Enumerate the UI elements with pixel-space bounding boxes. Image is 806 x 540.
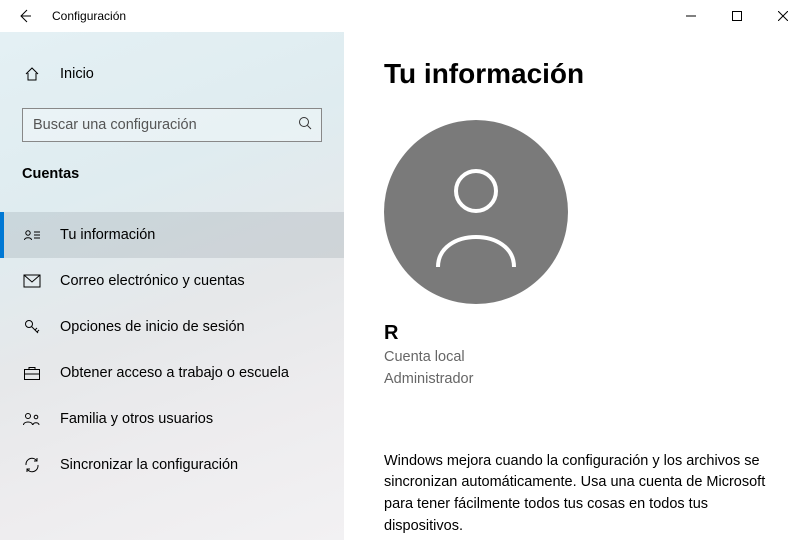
home-icon	[22, 66, 42, 82]
search-icon	[297, 115, 313, 136]
mail-icon	[22, 274, 42, 288]
window-title: Configuración	[52, 9, 126, 23]
key-icon	[22, 318, 42, 336]
briefcase-icon	[22, 365, 42, 381]
minimize-button[interactable]	[668, 0, 714, 32]
account-type: Cuenta local	[384, 347, 776, 369]
nav-item-label: Correo electrónico y cuentas	[60, 273, 245, 289]
nav-item-label: Tu información	[60, 227, 155, 243]
nav-item-label: Familia y otros usuarios	[60, 411, 213, 427]
nav-item-signin-options[interactable]: Opciones de inicio de sesión	[0, 304, 344, 350]
nav-item-label: Opciones de inicio de sesión	[60, 319, 245, 335]
maximize-button[interactable]	[714, 0, 760, 32]
nav-item-your-info[interactable]: Tu información	[0, 212, 344, 258]
section-header: Cuentas	[0, 166, 344, 182]
search-box[interactable]	[22, 108, 322, 142]
nav-item-email-accounts[interactable]: Correo electrónico y cuentas	[0, 258, 344, 304]
nav-item-family-users[interactable]: Familia y otros usuarios	[0, 396, 344, 442]
nav-home[interactable]: Inicio	[0, 54, 344, 94]
nav-item-label: Sincronizar la configuración	[60, 457, 238, 473]
user-name: R	[384, 322, 776, 345]
nav-item-label: Obtener acceso a trabajo o escuela	[60, 365, 289, 381]
close-button[interactable]	[760, 0, 806, 32]
nav-home-label: Inicio	[60, 66, 94, 82]
sync-info-text: Windows mejora cuando la configuración y…	[384, 451, 776, 538]
titlebar: Configuración	[0, 0, 806, 32]
sync-icon	[22, 456, 42, 474]
nav-item-work-school[interactable]: Obtener acceso a trabajo o escuela	[0, 350, 344, 396]
back-button[interactable]	[0, 0, 50, 32]
main-content: Tu información R Cuenta local Administra…	[344, 32, 806, 540]
account-role: Administrador	[384, 369, 776, 391]
person-card-icon	[22, 227, 42, 243]
page-heading: Tu información	[384, 58, 776, 90]
nav-item-sync-settings[interactable]: Sincronizar la configuración	[0, 442, 344, 488]
avatar	[384, 120, 568, 304]
person-icon	[426, 157, 526, 267]
people-icon	[22, 411, 42, 427]
search-input[interactable]	[33, 117, 297, 133]
sidebar: Inicio Cuentas Tu información Correo ele…	[0, 32, 344, 540]
